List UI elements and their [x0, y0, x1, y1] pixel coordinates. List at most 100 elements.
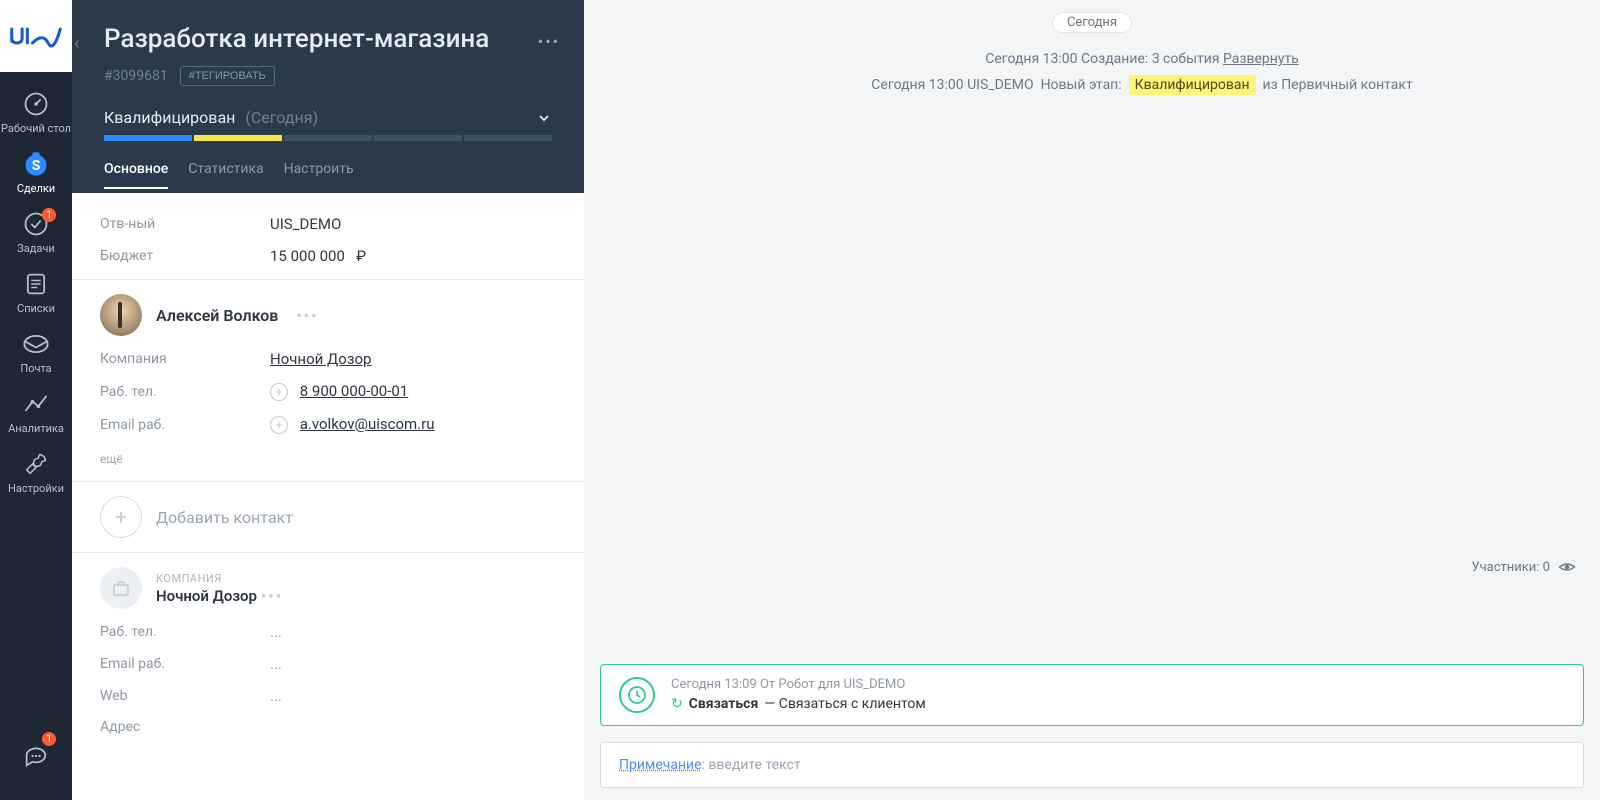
nav-analytics[interactable]: Аналитика: [0, 382, 72, 442]
responsible-value[interactable]: UIS_DEMO: [270, 215, 341, 233]
analytics-icon: [22, 390, 50, 418]
wrench-icon: [22, 450, 50, 478]
nav-label: Сделки: [17, 182, 55, 195]
tag-button[interactable]: #ТЕГИРОВАТЬ: [180, 66, 275, 86]
gauge-icon: [22, 90, 50, 118]
tab-customize[interactable]: Настроить: [284, 161, 354, 189]
budget-value[interactable]: 15 000 000 ₽: [270, 247, 366, 265]
nav-mail[interactable]: Почта: [0, 322, 72, 382]
feed-suffix: из Первичный контакт: [1263, 77, 1413, 93]
deal-panel: ‹ Разработка интернет-магазина ••• #3099…: [72, 0, 584, 800]
contact-name: Алексей Волков: [156, 306, 278, 325]
logo[interactable]: [0, 0, 72, 72]
task-desc: — Связаться с клиентом: [764, 696, 926, 712]
task-card[interactable]: Сегодня 13:09 От Робот для UIS_DEMO ↻ Св…: [600, 664, 1584, 726]
participants[interactable]: Участники: 0: [1472, 558, 1576, 576]
participants-label: Участники: 0: [1472, 560, 1550, 575]
c-phone-value[interactable]: ...: [270, 623, 282, 641]
company-section-label: КОМПАНИЯ: [156, 572, 283, 585]
responsible-label: Отв-ный: [100, 216, 270, 232]
tasks-badge: 1: [42, 208, 56, 222]
today-pill: Сегодня: [1052, 12, 1132, 33]
feed-text: Новый этап:: [1041, 77, 1122, 93]
nav-dashboard[interactable]: Рабочий стол: [0, 82, 72, 142]
feed-entry: Сегодня 13:00 Создание: 3 события Развер…: [614, 51, 1570, 67]
nav-chat[interactable]: 1: [0, 726, 72, 786]
feed-time: Сегодня 13:00: [985, 51, 1077, 67]
nav-deals[interactable]: S Сделки: [0, 142, 72, 202]
note-placeholder: : введите текст: [702, 757, 801, 773]
contact-more-icon[interactable]: •••: [296, 306, 318, 325]
mail-icon: [22, 330, 50, 358]
company-link[interactable]: Ночной Дозор: [270, 350, 371, 368]
deal-id: #3099681: [104, 68, 168, 84]
chat-badge: 1: [42, 732, 56, 746]
deal-title[interactable]: Разработка интернет-магазина: [104, 24, 560, 54]
logo-icon: [10, 24, 62, 48]
clock-icon: [619, 677, 655, 713]
phone-label: Раб. тел.: [100, 384, 270, 400]
nav-label: Задачи: [17, 242, 54, 255]
task-meta: Сегодня 13:09 От Робот для UIS_DEMO: [671, 677, 926, 692]
currency-icon: ₽: [356, 247, 366, 265]
stage-progress[interactable]: [104, 135, 552, 141]
stage-date: (Сегодня): [245, 108, 318, 127]
phone-link[interactable]: 8 900 000-00-01: [300, 382, 408, 400]
feed-user: UIS_DEMO: [967, 77, 1034, 93]
company-more-icon[interactable]: •••: [261, 587, 283, 605]
c-email-label: Email раб.: [100, 656, 270, 672]
chat-icon: [22, 742, 50, 770]
feed-entry: Сегодня 13:00 UIS_DEMO Новый этап: Квали…: [614, 77, 1570, 93]
back-arrow-icon[interactable]: ‹: [74, 33, 79, 54]
nav-label: Рабочий стол: [1, 122, 71, 135]
activity-panel: Сегодня Сегодня 13:00 Создание: 3 событи…: [584, 0, 1600, 800]
stage-name: Квалифицирован: [104, 108, 235, 127]
plus-icon: +: [100, 496, 142, 538]
svg-text:S: S: [32, 157, 41, 173]
task-title: Связаться: [689, 696, 759, 712]
deal-more-menu[interactable]: •••: [538, 32, 560, 51]
feed-time: Сегодня 13:00: [871, 77, 963, 93]
budget-label: Бюджет: [100, 248, 270, 264]
add-phone-icon[interactable]: +: [270, 383, 288, 401]
add-contact-label: Добавить контакт: [156, 508, 293, 527]
nav-lists[interactable]: Списки: [0, 262, 72, 322]
chevron-down-icon: [536, 110, 552, 126]
c-web-value[interactable]: ...: [270, 687, 282, 705]
c-phone-label: Раб. тел.: [100, 624, 270, 640]
stage-dropdown[interactable]: Квалифицирован (Сегодня): [104, 108, 552, 127]
c-web-label: Web: [100, 688, 270, 704]
contact-header[interactable]: Алексей Волков •••: [100, 294, 556, 336]
note-input[interactable]: Примечание: введите текст: [600, 742, 1584, 788]
c-email-value[interactable]: ...: [270, 655, 282, 673]
avatar: [100, 294, 142, 336]
email-link[interactable]: a.volkov@uiscom.ru: [300, 415, 435, 433]
budget-amount: 15 000 000: [270, 247, 345, 265]
deal-tabs: Основное Статистика Настроить: [104, 161, 552, 189]
nav-settings[interactable]: Настройки: [0, 442, 72, 502]
company-label: Компания: [100, 351, 270, 367]
nav-label: Настройки: [8, 482, 64, 495]
tab-main[interactable]: Основное: [104, 161, 168, 189]
nav-label: Аналитика: [8, 422, 64, 435]
company-name: Ночной Дозор: [156, 587, 257, 605]
deals-icon: S: [22, 150, 50, 178]
contact-more-link[interactable]: ещё: [100, 452, 123, 466]
c-addr-label: Адрес: [100, 719, 270, 735]
stage-highlight: Квалифицирован: [1129, 75, 1256, 95]
note-label[interactable]: Примечание: [619, 757, 702, 773]
eye-icon: [1558, 558, 1576, 576]
list-icon: [22, 270, 50, 298]
sidebar: Рабочий стол S Сделки 1 Задачи Списки По…: [0, 0, 72, 800]
add-email-icon[interactable]: +: [270, 416, 288, 434]
nav-tasks[interactable]: 1 Задачи: [0, 202, 72, 262]
company-header[interactable]: КОМПАНИЯ Ночной Дозор •••: [100, 567, 556, 609]
deal-details: Отв-ный UIS_DEMO Бюджет 15 000 000 ₽ Але…: [72, 193, 584, 800]
tab-stats[interactable]: Статистика: [188, 161, 263, 189]
activity-feed: Сегодня 13:00 Создание: 3 события Развер…: [584, 33, 1600, 121]
repeat-icon: ↻: [671, 696, 683, 712]
nav-label: Списки: [17, 302, 55, 315]
add-contact-button[interactable]: + Добавить контакт: [100, 496, 556, 538]
feed-text: Создание: 3 события: [1081, 51, 1219, 67]
expand-link[interactable]: Развернуть: [1223, 51, 1299, 67]
